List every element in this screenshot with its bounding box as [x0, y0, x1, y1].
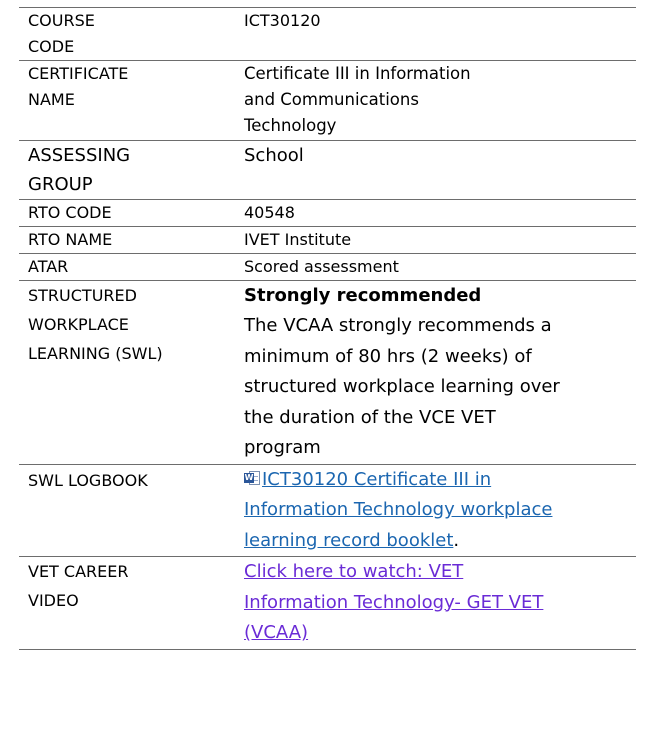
row-course-code: COURSE CODE ICT30120 — [19, 7, 636, 61]
swl-recommendation-text: The VCAA strongly recommends a minimum o… — [244, 315, 560, 459]
row-rto-name: RTO NAME IVET Institute — [19, 225, 636, 254]
row-rto-code: RTO CODE 40548 — [19, 198, 636, 227]
rto-code-value: 40548 — [235, 198, 636, 227]
row-swl-logbook: SWL LOGBOOK W ICT30120 Certificate III in… — [19, 463, 636, 558]
course-info-table: COURSE CODE ICT30120 CERTIFICATE NAME Ce… — [19, 7, 636, 650]
row-vet-career-video: VET CAREER VIDEO Click here to watch: VE… — [19, 556, 636, 650]
vet-career-video-label: VET CAREER VIDEO — [19, 556, 235, 650]
row-assessing-group: ASSESSING GROUP School — [19, 139, 636, 200]
swl-label: STRUCTURED WORKPLACE LEARNING (SWL) — [19, 279, 235, 465]
swl-logbook-suffix: . — [453, 529, 460, 551]
assessing-group-value: School — [235, 139, 636, 200]
word-document-icon[interactable]: W — [244, 470, 261, 486]
swl-logbook-value-cell: W ICT30120 Certificate III in Information… — [235, 463, 636, 558]
assessing-group-label: ASSESSING GROUP — [19, 139, 235, 200]
atar-label: ATAR — [19, 252, 235, 281]
rto-name-value: IVET Institute — [235, 225, 636, 254]
certificate-name-label: CERTIFICATE NAME — [19, 60, 235, 141]
rto-code-label: RTO CODE — [19, 198, 235, 227]
swl-logbook-link[interactable]: ICT30120 Certificate III in Information … — [244, 469, 552, 551]
swl-recommendation-heading: Strongly recommended — [244, 284, 482, 306]
rto-name-label: RTO NAME — [19, 225, 235, 254]
certificate-name-value: Certificate III in Information and Commu… — [235, 60, 636, 141]
course-code-label: COURSE CODE — [19, 7, 235, 61]
swl-logbook-label: SWL LOGBOOK — [19, 463, 235, 558]
row-swl: STRUCTURED WORKPLACE LEARNING (SWL) Stro… — [19, 279, 636, 465]
row-certificate-name: CERTIFICATE NAME Certificate III in Info… — [19, 60, 636, 141]
swl-value-cell: Strongly recommended The VCAA strongly r… — [235, 279, 636, 465]
atar-value: Scored assessment — [235, 252, 636, 281]
vet-career-video-link[interactable]: Click here to watch: VET Information Tec… — [244, 561, 543, 643]
course-code-value: ICT30120 — [235, 7, 636, 61]
row-atar: ATAR Scored assessment — [19, 252, 636, 281]
vet-career-video-value-cell: Click here to watch: VET Information Tec… — [235, 556, 636, 650]
